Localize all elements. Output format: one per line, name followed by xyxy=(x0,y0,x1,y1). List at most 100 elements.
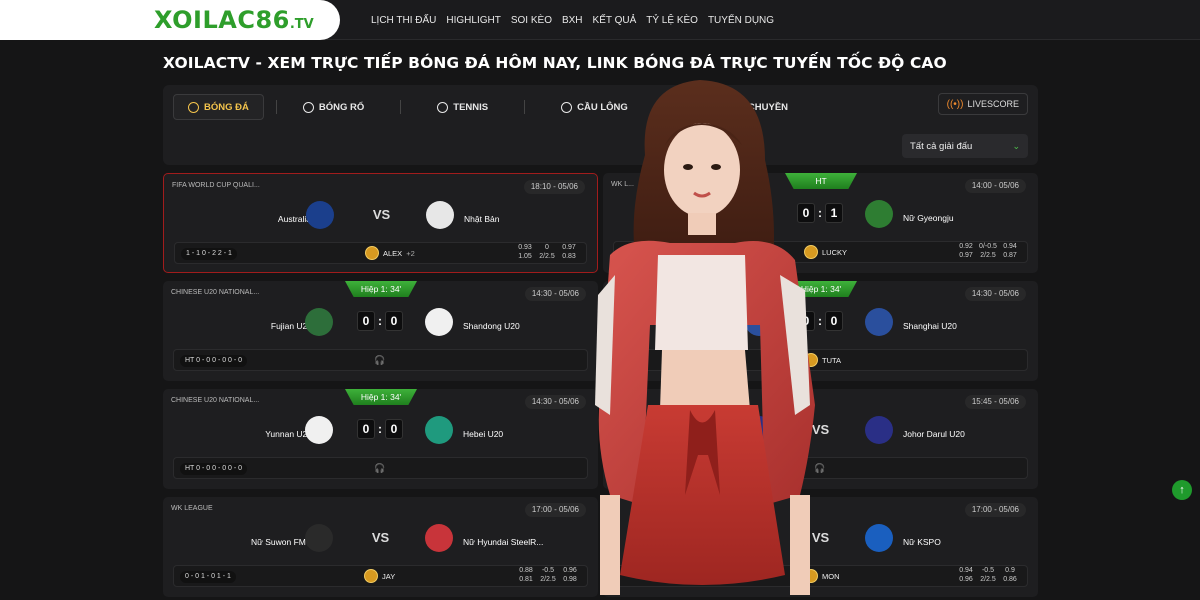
commentator-avatar xyxy=(365,246,379,260)
odds-value: -0.5 xyxy=(541,567,555,574)
away-team-logo xyxy=(425,416,453,444)
nav-item[interactable]: LỊCH THI ĐẤU xyxy=(371,15,436,26)
away-team-logo xyxy=(865,416,893,444)
basketball-icon xyxy=(302,101,314,113)
away-team: Shanghai U20 xyxy=(903,321,957,331)
league-name: FIFA WORLD CUP QUALI... xyxy=(172,182,260,189)
odds-table: 0.94 -0.5 0.9 0.96 2/2.5 0.86 xyxy=(955,567,1021,583)
odds-value: 0/-0.5 xyxy=(979,243,997,250)
livescore-button[interactable]: ((•)) LIVESCORE xyxy=(937,93,1028,115)
odds-value: 1.05 xyxy=(518,253,532,260)
page-title: XOILACTV - XEM TRỰC TIẾP BÓNG ĐÁ HÔM NAY… xyxy=(163,54,947,72)
away-team-logo xyxy=(425,308,453,336)
away-team-logo xyxy=(426,201,454,229)
home-team-logo xyxy=(305,308,333,336)
chevron-down-icon: ⌄ xyxy=(1012,140,1020,151)
tab-tennis[interactable]: TENNIS xyxy=(423,94,502,120)
nav-item[interactable]: TUYỂN DỤNG xyxy=(708,15,774,26)
odds-value: 2/2.5 xyxy=(539,253,555,260)
away-team-logo xyxy=(425,524,453,552)
match-info-bar: HT 0 - 0 0 - 0 0 - 0 🎧 xyxy=(173,457,588,479)
match-info-bar: 1 - 1 0 - 2 2 - 1 ALEX +2 0.93 0 0.97 1.05 2/2.… xyxy=(174,242,587,264)
match-time: 14:30 - 05/06 xyxy=(964,287,1026,301)
odds-value: 0.93 xyxy=(518,244,532,251)
odds-value: 0.87 xyxy=(1003,252,1017,259)
nav-item[interactable]: KẾT QUẢ xyxy=(593,15,637,26)
match-time: 14:00 - 05/06 xyxy=(964,179,1026,193)
home-team-logo xyxy=(306,201,334,229)
match-card[interactable]: WK LEAGUE 17:00 - 05/06 Nữ Suwon FMC VS Nữ H… xyxy=(163,497,598,597)
home-team: Nữ Suwon FMC xyxy=(251,537,312,547)
away-team: Shandong U20 xyxy=(463,321,520,331)
odds-value: 0.81 xyxy=(519,576,533,583)
match-stats: HT 0 - 0 0 - 0 0 - 0 xyxy=(180,355,248,367)
match-card[interactable]: CHINESE U20 NATIONAL... 14:30 - 05/06 Hiệp… xyxy=(163,281,598,381)
match-card[interactable]: CHINESE U20 NATIONAL... 14:30 - 05/06 Hiệp… xyxy=(163,389,598,489)
odds-value: 2/2.5 xyxy=(980,576,996,583)
away-team: Hebei U20 xyxy=(463,429,504,439)
away-score: 0 xyxy=(385,311,403,331)
commentator[interactable]: JAY xyxy=(364,569,395,583)
match-card[interactable]: FIFA WORLD CUP QUALI... 18:10 - 05/06 Aust… xyxy=(163,173,598,273)
status-badge: Hiệp 1: 34' xyxy=(345,281,417,297)
home-score: 0 xyxy=(357,311,375,331)
match-info-bar: 0 - 0 1 - 0 1 - 1 JAY 0.88 -0.5 0.96 0.81 2/2.… xyxy=(173,565,588,587)
live-icon: ((•)) xyxy=(946,98,964,110)
league-name: CHINESE U20 NATIONAL... xyxy=(171,289,260,296)
score: 0:0 xyxy=(357,311,403,331)
away-team-logo xyxy=(865,524,893,552)
commentator[interactable]: ALEX +2 xyxy=(365,246,415,260)
nav-item[interactable]: BXH xyxy=(562,15,583,26)
odds-value: -0.5 xyxy=(981,567,995,574)
promo-model-image xyxy=(595,80,815,595)
match-stats: HT 0 - 0 0 - 0 0 - 0 xyxy=(180,463,248,475)
nav-item[interactable]: SOI KÈO xyxy=(511,15,552,26)
extra-commentators: +2 xyxy=(406,248,415,258)
league-select[interactable]: Tất cả giải đấu ⌄ xyxy=(902,134,1028,158)
odds-value: 0.92 xyxy=(959,243,973,250)
away-team: Nữ Gyeongju xyxy=(903,213,954,223)
away-team: Johor Darul U20 xyxy=(903,429,965,439)
top-bar: XOILAC86 .TV LỊCH THI ĐẤU HIGHLIGHT SOI … xyxy=(0,0,1200,40)
odds-value: 0.96 xyxy=(959,576,973,583)
football-icon xyxy=(188,101,199,113)
away-team-logo xyxy=(865,200,893,228)
main-nav: LỊCH THI ĐẤU HIGHLIGHT SOI KÈO BXH KẾT Q… xyxy=(371,0,774,40)
tennis-icon xyxy=(437,101,449,113)
scroll-top-button[interactable]: ↑ xyxy=(1172,480,1192,500)
league-name: CHINESE U20 NATIONAL... xyxy=(171,397,260,404)
odds-value: 0 xyxy=(545,244,549,251)
logo-main: XOILAC86 xyxy=(154,6,290,34)
odds-value: 0.86 xyxy=(1003,576,1017,583)
tab-football[interactable]: BÓNG ĐÁ xyxy=(173,94,264,120)
away-team: Nữ Hyundai SteelR... xyxy=(463,537,544,547)
odds-value: 0.9 xyxy=(1005,567,1015,574)
odds-value: 2/2.5 xyxy=(980,252,996,259)
vs-label: VS xyxy=(371,530,390,545)
home-score: 0 xyxy=(357,419,375,439)
nav-item[interactable]: HIGHLIGHT xyxy=(446,15,500,26)
odds-value: 0.94 xyxy=(959,567,973,574)
score: 0:0 xyxy=(357,419,403,439)
vs-label: VS xyxy=(372,207,391,222)
home-team-logo xyxy=(305,416,333,444)
away-team: Nữ KSPO xyxy=(903,537,941,547)
away-team: Nhật Bản xyxy=(464,214,500,224)
odds-value: 0.94 xyxy=(1003,243,1017,250)
away-team-logo xyxy=(865,308,893,336)
home-team-logo xyxy=(305,524,333,552)
match-stats: 0 - 0 1 - 0 1 - 1 xyxy=(180,571,236,583)
status-badge: Hiệp 1: 34' xyxy=(345,389,417,405)
odds-table: 0.92 0/-0.5 0.94 0.97 2/2.5 0.87 xyxy=(955,243,1021,259)
odds-value: 0.97 xyxy=(959,252,973,259)
nav-item[interactable]: TỶ LỆ KÈO xyxy=(646,15,698,26)
logo-suffix: .TV xyxy=(289,16,314,32)
odds-value: 0.88 xyxy=(519,567,533,574)
match-time: 17:00 - 05/06 xyxy=(964,503,1026,517)
headset-icon: 🎧 xyxy=(374,463,386,473)
away-score: 0 xyxy=(385,419,403,439)
league-name: WK LEAGUE xyxy=(171,505,213,512)
match-time: 15:45 - 05/06 xyxy=(964,395,1026,409)
site-logo[interactable]: XOILAC86 .TV xyxy=(0,0,340,40)
tab-basketball[interactable]: BÓNG RỔ xyxy=(289,94,378,120)
